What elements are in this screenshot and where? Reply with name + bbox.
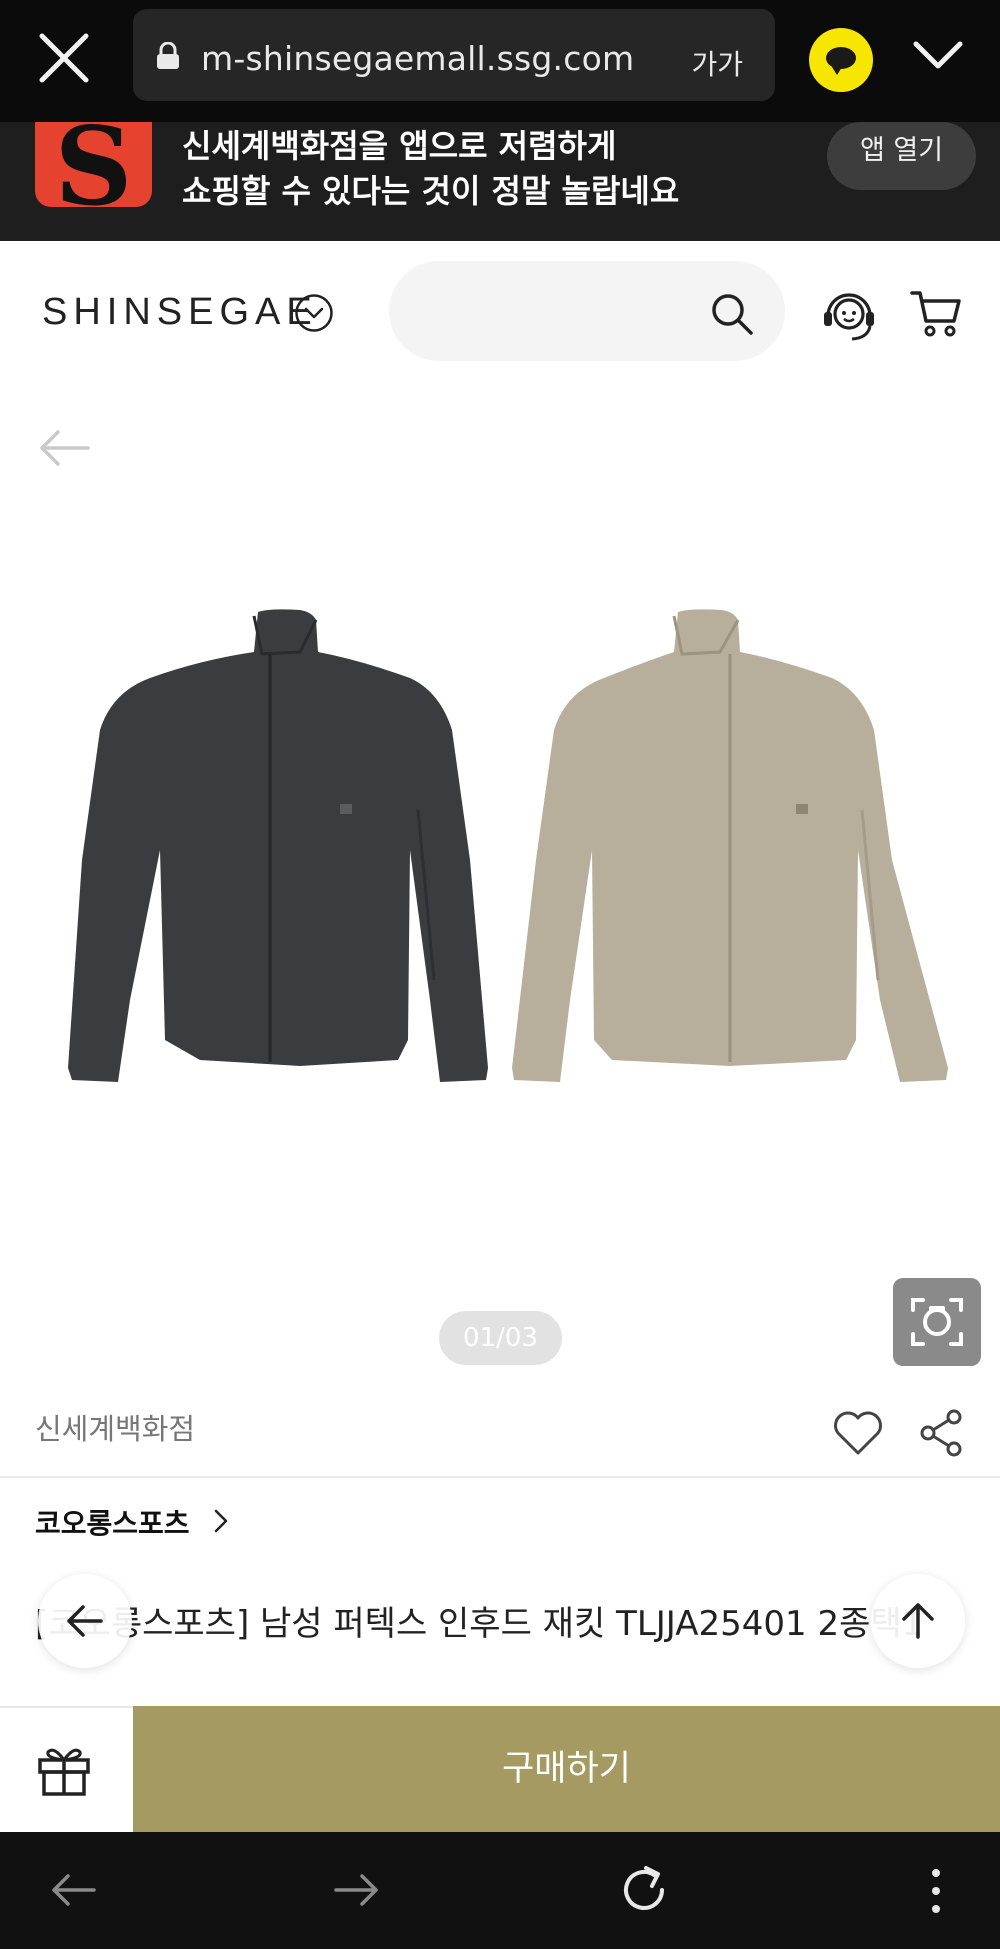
browser-navigation-bar xyxy=(0,1832,1000,1949)
open-app-button[interactable]: 앱 열기 xyxy=(827,122,976,190)
kakao-talk-icon[interactable] xyxy=(809,28,873,92)
app-logo: S xyxy=(35,122,152,207)
text-size-button[interactable]: 가가 xyxy=(691,43,743,83)
url-text: m-shinsegaemall.ssg.com xyxy=(201,39,635,78)
chevron-down-icon[interactable] xyxy=(912,38,964,74)
arrow-up-icon xyxy=(902,1603,934,1639)
lock-icon xyxy=(157,42,179,69)
site-header: SHINSEGAE xyxy=(0,241,1000,382)
divider xyxy=(0,1476,1000,1478)
heart-icon[interactable] xyxy=(832,1409,884,1457)
seller-name: 신세계백화점 xyxy=(35,1412,196,1446)
camera-scan-icon xyxy=(911,1298,963,1346)
product-image[interactable] xyxy=(0,560,1000,1160)
brand-link[interactable]: 코오롱스포츠 xyxy=(35,1502,190,1542)
image-search-button[interactable] xyxy=(893,1278,981,1366)
dark-jacket-image xyxy=(68,609,488,1082)
address-bar[interactable]: m-shinsegaemall.ssg.com 가가 xyxy=(133,9,775,101)
chevron-circle-down-icon[interactable] xyxy=(294,293,334,333)
browser-toolbar: m-shinsegaemall.ssg.com 가가 xyxy=(0,0,1000,122)
gift-icon[interactable] xyxy=(36,1744,92,1798)
close-icon[interactable] xyxy=(36,30,92,86)
floating-back-button[interactable] xyxy=(38,1574,132,1668)
buy-button[interactable]: 구매하기 xyxy=(133,1706,1000,1834)
search-input[interactable] xyxy=(389,261,785,361)
app-banner-message: 신세계백화점을 앱으로 저렴하게 쇼핑할 수 있다는 것이 정말 놀랍네요 xyxy=(182,124,679,214)
chevron-right-icon[interactable] xyxy=(212,1508,230,1534)
product-title: [코오롱스포츠] 남성 퍼텍스 인후드 재킷 TLJJA25401 2종택1 xyxy=(35,1604,924,1644)
arrow-left-icon xyxy=(67,1605,103,1637)
app-banner-line2: 쇼핑할 수 있다는 것이 정말 놀랍네요 xyxy=(182,172,680,210)
beige-jacket-image xyxy=(512,609,948,1082)
back-arrow-icon[interactable] xyxy=(36,428,92,468)
share-icon[interactable] xyxy=(918,1408,964,1458)
browser-forward-icon[interactable] xyxy=(332,1870,382,1910)
scroll-top-button[interactable] xyxy=(871,1574,965,1668)
browser-back-icon[interactable] xyxy=(48,1870,98,1910)
purchase-action-bar: 구매하기 xyxy=(0,1706,1000,1834)
app-install-banner: S 신세계백화점을 앱으로 저렴하게 쇼핑할 수 있다는 것이 정말 놀랍네요 … xyxy=(0,122,1000,241)
app-banner-line1: 신세계백화점을 앱으로 저렴하게 xyxy=(182,127,617,165)
search-icon[interactable] xyxy=(709,291,755,337)
more-menu-icon[interactable] xyxy=(928,1866,944,1916)
brand-logo[interactable]: SHINSEGAE xyxy=(42,291,318,334)
reload-icon[interactable] xyxy=(618,1864,670,1916)
customer-service-icon[interactable] xyxy=(820,286,878,344)
cart-icon[interactable] xyxy=(910,287,962,339)
image-counter: 01/03 xyxy=(439,1311,562,1365)
